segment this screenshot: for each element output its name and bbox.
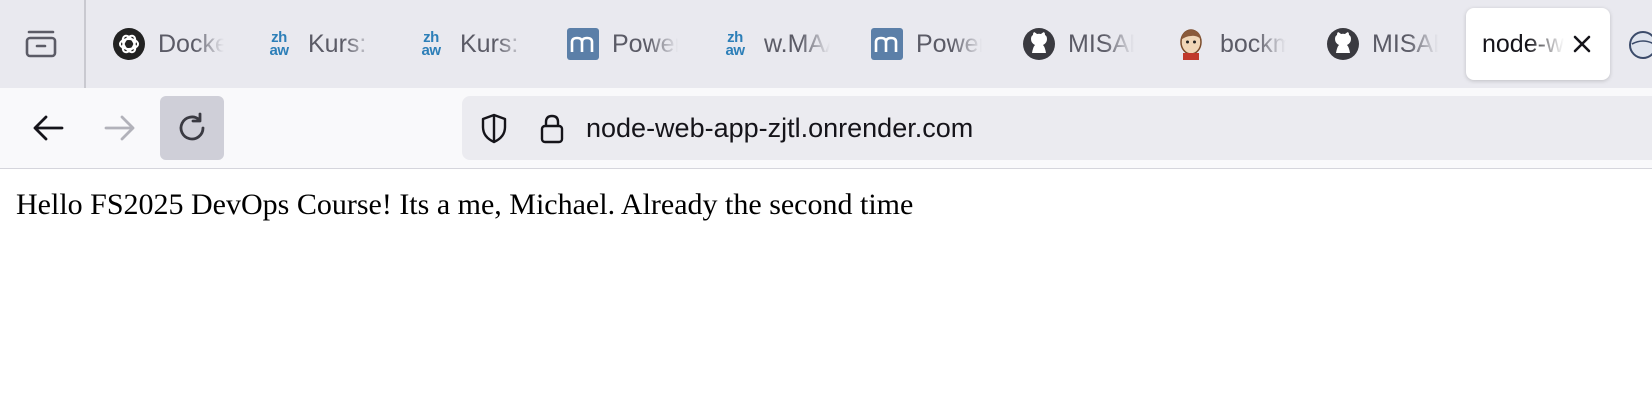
tab-bar-divider bbox=[84, 0, 86, 88]
zhaw-icon: zh aw bbox=[421, 29, 441, 59]
openai-icon bbox=[112, 27, 146, 61]
tab-title: MISAB bbox=[1068, 29, 1134, 58]
tab-docker[interactable]: Docker bbox=[88, 8, 234, 80]
tab-title: Docker bbox=[158, 29, 224, 58]
tab-title: Kurs: DevOps bbox=[460, 29, 526, 58]
reload-button[interactable] bbox=[160, 96, 224, 160]
tab-title: bockm bbox=[1220, 29, 1286, 58]
tab-bockm[interactable]: bockm bbox=[1150, 8, 1296, 80]
tab-partial[interactable] bbox=[1628, 30, 1652, 60]
arrow-left-icon bbox=[33, 115, 64, 141]
tab-title: Kurs: DevOps bbox=[308, 29, 374, 58]
jenkins-icon bbox=[1174, 27, 1208, 61]
tab-powerpoint-1[interactable]: PowerPoint bbox=[542, 8, 688, 80]
tab-wmaa[interactable]: zhaw w.MAA bbox=[694, 8, 840, 80]
reload-icon bbox=[179, 112, 205, 141]
github-icon bbox=[1326, 27, 1360, 61]
lock-icon[interactable] bbox=[536, 112, 568, 144]
tab-title: PowerPoint bbox=[612, 29, 678, 58]
globe-icon bbox=[1629, 31, 1652, 59]
close-icon bbox=[1573, 35, 1591, 53]
tab-overview-icon bbox=[25, 30, 57, 58]
moodle-icon bbox=[566, 27, 600, 61]
address-bar[interactable]: node-web-app-zjtl.onrender.com bbox=[462, 96, 1652, 160]
tab-title: PowerPoint bbox=[916, 29, 982, 58]
tab-bar: Docker zhaw Kurs: DevOps zhaw Kurs: DevO… bbox=[0, 0, 1652, 88]
zhaw-icon: zh aw bbox=[725, 29, 745, 59]
zhaw-icon: zh aw bbox=[269, 29, 289, 59]
tab-overview-button[interactable] bbox=[8, 10, 74, 76]
forward-button[interactable] bbox=[88, 96, 152, 160]
arrow-right-icon bbox=[104, 115, 135, 141]
url-text[interactable]: node-web-app-zjtl.onrender.com bbox=[586, 113, 973, 144]
shield-icon[interactable] bbox=[478, 112, 510, 144]
tab-kurs-2[interactable]: zhaw Kurs: DevOps bbox=[390, 8, 536, 80]
tab-powerpoint-2[interactable]: PowerPoint bbox=[846, 8, 992, 80]
back-button[interactable] bbox=[16, 96, 80, 160]
github-icon bbox=[1022, 27, 1056, 61]
moodle-icon bbox=[870, 27, 904, 61]
page-message: Hello FS2025 DevOps Course! Its a me, Mi… bbox=[16, 188, 914, 221]
tab-title: w.MAA bbox=[764, 29, 830, 58]
navigation-toolbar: node-web-app-zjtl.onrender.com bbox=[0, 88, 1652, 169]
tab-title: node-web-app bbox=[1482, 29, 1564, 58]
tab-kurs-1[interactable]: zhaw Kurs: DevOps bbox=[238, 8, 384, 80]
tab-node-web-app[interactable]: node-web-app bbox=[1466, 8, 1610, 80]
close-tab-button[interactable] bbox=[1568, 30, 1596, 58]
tab-misab-1[interactable]: MISAB bbox=[998, 8, 1144, 80]
tab-misab-2[interactable]: MISAB bbox=[1302, 8, 1448, 80]
tab-title: MISAB bbox=[1372, 29, 1438, 58]
